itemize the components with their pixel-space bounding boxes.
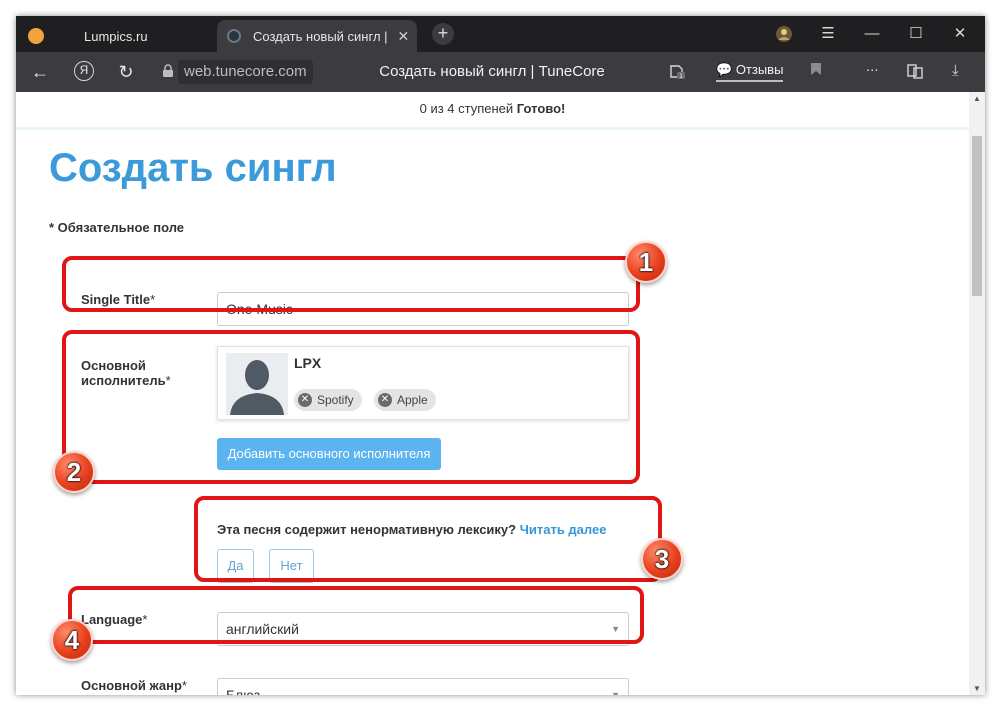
extension-icon[interactable]: 1: [668, 62, 686, 84]
yandex-icon[interactable]: Я: [74, 61, 94, 81]
close-tab-icon[interactable]: ✕: [398, 28, 410, 45]
annotation-badge-3: 3: [641, 538, 683, 580]
lumpics-favicon-icon: [28, 28, 44, 44]
annotation-box-2: [62, 330, 640, 484]
tab-tunecore[interactable]: Создать новый сингл | ✕: [217, 20, 417, 52]
annotation-badge-4: 4: [51, 619, 93, 661]
page-title: Создать новый сингл | TuneCore: [379, 63, 605, 80]
lock-icon: [163, 64, 173, 77]
annotation-badge-1: 1: [625, 241, 667, 283]
progress-status: Готово!: [516, 101, 566, 116]
required-star: *: [181, 678, 187, 693]
annotation-badge-2: 2: [53, 451, 95, 493]
progress-banner: 0 из 4 ступеней Готово!: [16, 92, 969, 130]
chat-bubble-icon: 💬: [716, 62, 733, 77]
scroll-down-icon[interactable]: ▼: [973, 684, 981, 693]
genre-label: Основной жанр*: [81, 678, 187, 693]
browser-window: Lumpics.ru Создать новый сингл | ✕ + ☰ —…: [16, 16, 985, 695]
tab-strip: Lumpics.ru Создать новый сингл | ✕ + ☰ —…: [16, 16, 985, 52]
reload-icon[interactable]: ↻: [114, 60, 138, 84]
download-icon[interactable]: ⤓: [952, 62, 959, 79]
tab-lumpics[interactable]: Lumpics.ru: [22, 20, 217, 52]
required-note: * Обязательное поле: [49, 220, 185, 235]
collections-icon[interactable]: [906, 62, 924, 84]
select-value: Блюз: [226, 687, 261, 695]
profile-avatar-icon[interactable]: [764, 16, 804, 52]
reviews-button[interactable]: 💬 Отзывы: [716, 62, 784, 82]
url-field[interactable]: web.tunecore.com: [178, 60, 313, 84]
progress-text: 0 из 4 ступеней: [419, 101, 514, 116]
label-text: Основной жанр: [81, 678, 182, 693]
maximize-icon[interactable]: ☐: [896, 16, 936, 52]
annotation-box-3: [194, 496, 662, 582]
tab-label: Создать новый сингл |: [253, 28, 388, 44]
genre-select[interactable]: Блюз ▼: [217, 678, 629, 695]
back-icon[interactable]: ←: [28, 60, 52, 84]
annotation-box-4: [68, 586, 644, 644]
scroll-up-icon[interactable]: ▲: [973, 94, 981, 103]
close-window-icon[interactable]: ✕: [940, 16, 980, 52]
address-bar: ← Я ↻ web.tunecore.com Создать новый син…: [16, 52, 985, 92]
tunecore-favicon-icon: [227, 29, 241, 43]
extension-count: 1: [679, 73, 683, 80]
new-tab-button[interactable]: +: [432, 23, 454, 45]
scrollbar-thumb[interactable]: [972, 136, 982, 296]
tab-label: Lumpics.ru: [84, 28, 148, 44]
reviews-label: Отзывы: [735, 62, 784, 77]
minimize-icon[interactable]: —: [852, 16, 892, 52]
more-icon[interactable]: ...: [866, 58, 879, 75]
page-scrollbar[interactable]: ▲ ▼: [969, 92, 985, 695]
form-title: Создать сингл: [49, 146, 337, 190]
menu-icon[interactable]: ☰: [808, 16, 848, 52]
bookmark-icon[interactable]: [810, 62, 822, 80]
dropdown-arrow-icon: ▼: [611, 690, 620, 695]
annotation-box-1: [62, 256, 640, 312]
